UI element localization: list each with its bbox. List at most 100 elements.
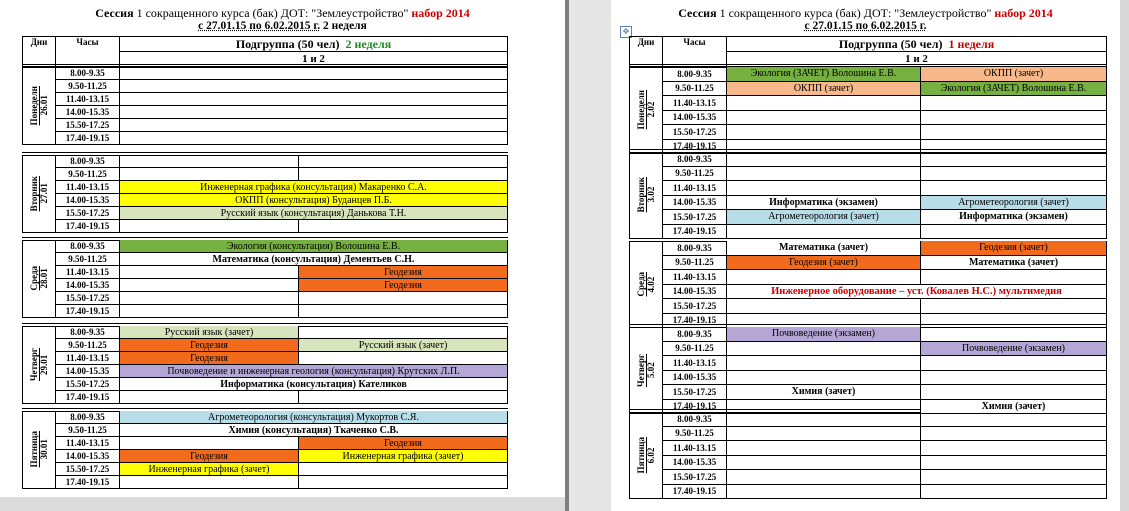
- day-name: Вторник: [29, 175, 39, 212]
- lesson-entry: Математика (консультация) Дементьев С.Н.: [120, 253, 508, 266]
- subgroup-cell: [921, 441, 1107, 456]
- group-label: Подгруппа (50 чел): [235, 36, 340, 51]
- time-slot: 17.40-19.15: [56, 132, 120, 145]
- page-divider: [565, 0, 569, 511]
- time-slot: 15.50-17.25: [56, 463, 120, 476]
- day-label: Пятница 6.02: [636, 437, 656, 473]
- lesson-entry: Русский язык (зачет): [120, 326, 299, 339]
- time-slot: 11.40-13.15: [56, 181, 120, 194]
- lesson-entry: Экология (ЗАЧЕТ) Волошина Е.В.: [727, 67, 921, 82]
- subgroup-cell: [299, 292, 508, 305]
- subgroup-cell: [727, 270, 921, 285]
- lesson-entry: Геодезия: [120, 339, 299, 352]
- subgroup-cell: [727, 484, 921, 499]
- time-slot: 11.40-13.15: [56, 266, 120, 279]
- header-days: Дни: [629, 36, 663, 67]
- time-slot: 14.00-15.35: [56, 450, 120, 463]
- subgroup-cell: [921, 181, 1107, 196]
- subgroup-cell: [921, 370, 1107, 385]
- day-label: Вторник 3.02: [636, 177, 656, 212]
- subgroup-cell: [120, 279, 299, 292]
- day-date: 30.01: [39, 439, 49, 460]
- day-date: 27.01: [39, 183, 49, 204]
- title-prefix: Сессия: [678, 6, 717, 20]
- lesson-cell: [120, 132, 508, 145]
- day-label: Понеделн 2.02: [636, 90, 656, 129]
- time-slot: 14.00-15.35: [56, 194, 120, 207]
- day-label: Среда 4.02: [636, 272, 656, 296]
- subgroup-cell: [727, 370, 921, 385]
- day-cell: Среда 4.02: [629, 241, 663, 328]
- lesson-entry: Русский язык (зачет): [299, 339, 508, 352]
- time-slot: 9.50-11.25: [56, 253, 120, 266]
- time-slot: 17.40-19.15: [56, 391, 120, 404]
- time-slot: 8.00-9.35: [663, 327, 727, 342]
- subgroup-cell: [727, 152, 921, 167]
- day-label: Среда 28.01: [29, 266, 49, 290]
- subgroup-cell: [921, 385, 1107, 400]
- lesson-entry: Экология (ЗАЧЕТ) Волошина Е.В.: [921, 81, 1107, 96]
- day-cell: Вторник 27.01: [22, 155, 56, 233]
- day-label: Четверг 5.02: [636, 354, 656, 387]
- lesson-entry: Информатика (экзамен): [921, 210, 1107, 225]
- subgroup-cell: [120, 391, 299, 404]
- day-name: Понеделн: [636, 90, 646, 130]
- day-label: Понеделн 26.01: [29, 86, 49, 125]
- day-cell: Среда 28.01: [22, 240, 56, 318]
- time-slot: 17.40-19.15: [56, 220, 120, 233]
- day-cell: Понеделн 26.01: [22, 67, 56, 145]
- lesson-cell: [120, 93, 508, 106]
- subgroup-cell: [921, 166, 1107, 181]
- day-date: 5.02: [646, 362, 656, 378]
- subgroup-cell: [727, 224, 921, 239]
- time-slot: 9.50-11.25: [56, 424, 120, 437]
- header-hours: Часы: [663, 36, 727, 67]
- day-name: Среда: [29, 266, 39, 291]
- lesson-entry: Инженерная графика (зачет): [299, 450, 508, 463]
- time-slot: 9.50-11.25: [56, 80, 120, 93]
- day-date: 4.02: [646, 276, 656, 292]
- lesson-entry: Агрометеорология (зачет): [921, 195, 1107, 210]
- lesson-entry: Инженерная графика (зачет): [120, 463, 299, 476]
- day-cell: Пятница 30.01: [22, 411, 56, 489]
- scrollbar[interactable]: [1120, 0, 1129, 511]
- subgroup-cell: [921, 327, 1107, 342]
- time-slot: 17.40-19.15: [56, 476, 120, 489]
- time-slot: 9.50-11.25: [663, 426, 727, 441]
- day-cell: Четверг 29.01: [22, 326, 56, 404]
- title-prefix: Сессия: [95, 6, 134, 20]
- day-cell: Понеделн 2.02: [629, 67, 663, 154]
- lesson-entry: Геодезия (зачет): [921, 241, 1107, 256]
- subgroup-cell: [120, 292, 299, 305]
- time-slot: 8.00-9.35: [56, 155, 120, 168]
- subgroup-cell: [299, 476, 508, 489]
- day-name: Среда: [636, 271, 646, 297]
- time-slot: 14.00-15.35: [663, 284, 727, 299]
- time-slot: 15.50-17.25: [56, 378, 120, 391]
- header-hours: Часы: [56, 36, 120, 67]
- subgroup-cell: [727, 426, 921, 441]
- subgroup-cell: [921, 455, 1107, 470]
- time-slot: 17.40-19.15: [56, 305, 120, 318]
- day-label: Пятница 30.01: [29, 431, 49, 467]
- time-slot: 8.00-9.35: [56, 67, 120, 80]
- time-slot: 14.00-15.35: [663, 110, 727, 125]
- subgroup-cell: [727, 441, 921, 456]
- lesson-entry: Химия (зачет): [727, 385, 921, 400]
- subgroup-cell: [727, 110, 921, 125]
- time-slot: 17.40-19.15: [663, 224, 727, 239]
- subgroup-cell: [727, 299, 921, 314]
- lesson-entry: Информатика (экзамен): [727, 195, 921, 210]
- lesson-entry: Геодезия: [120, 352, 299, 365]
- lesson-entry: Почвоведение и инженерная геология (конс…: [120, 365, 508, 378]
- lesson-entry: Геодезия (зачет): [727, 255, 921, 270]
- time-slot: 9.50-11.25: [663, 255, 727, 270]
- time-slot: 11.40-13.15: [663, 181, 727, 196]
- time-slot: 11.40-13.15: [663, 96, 727, 111]
- lesson-cell: [120, 80, 508, 93]
- time-slot: 8.00-9.35: [663, 67, 727, 82]
- time-slot: 11.40-13.15: [663, 441, 727, 456]
- day-cell: Вторник 3.02: [629, 152, 663, 239]
- subgroup-cell: [921, 484, 1107, 499]
- time-slot: 9.50-11.25: [663, 81, 727, 96]
